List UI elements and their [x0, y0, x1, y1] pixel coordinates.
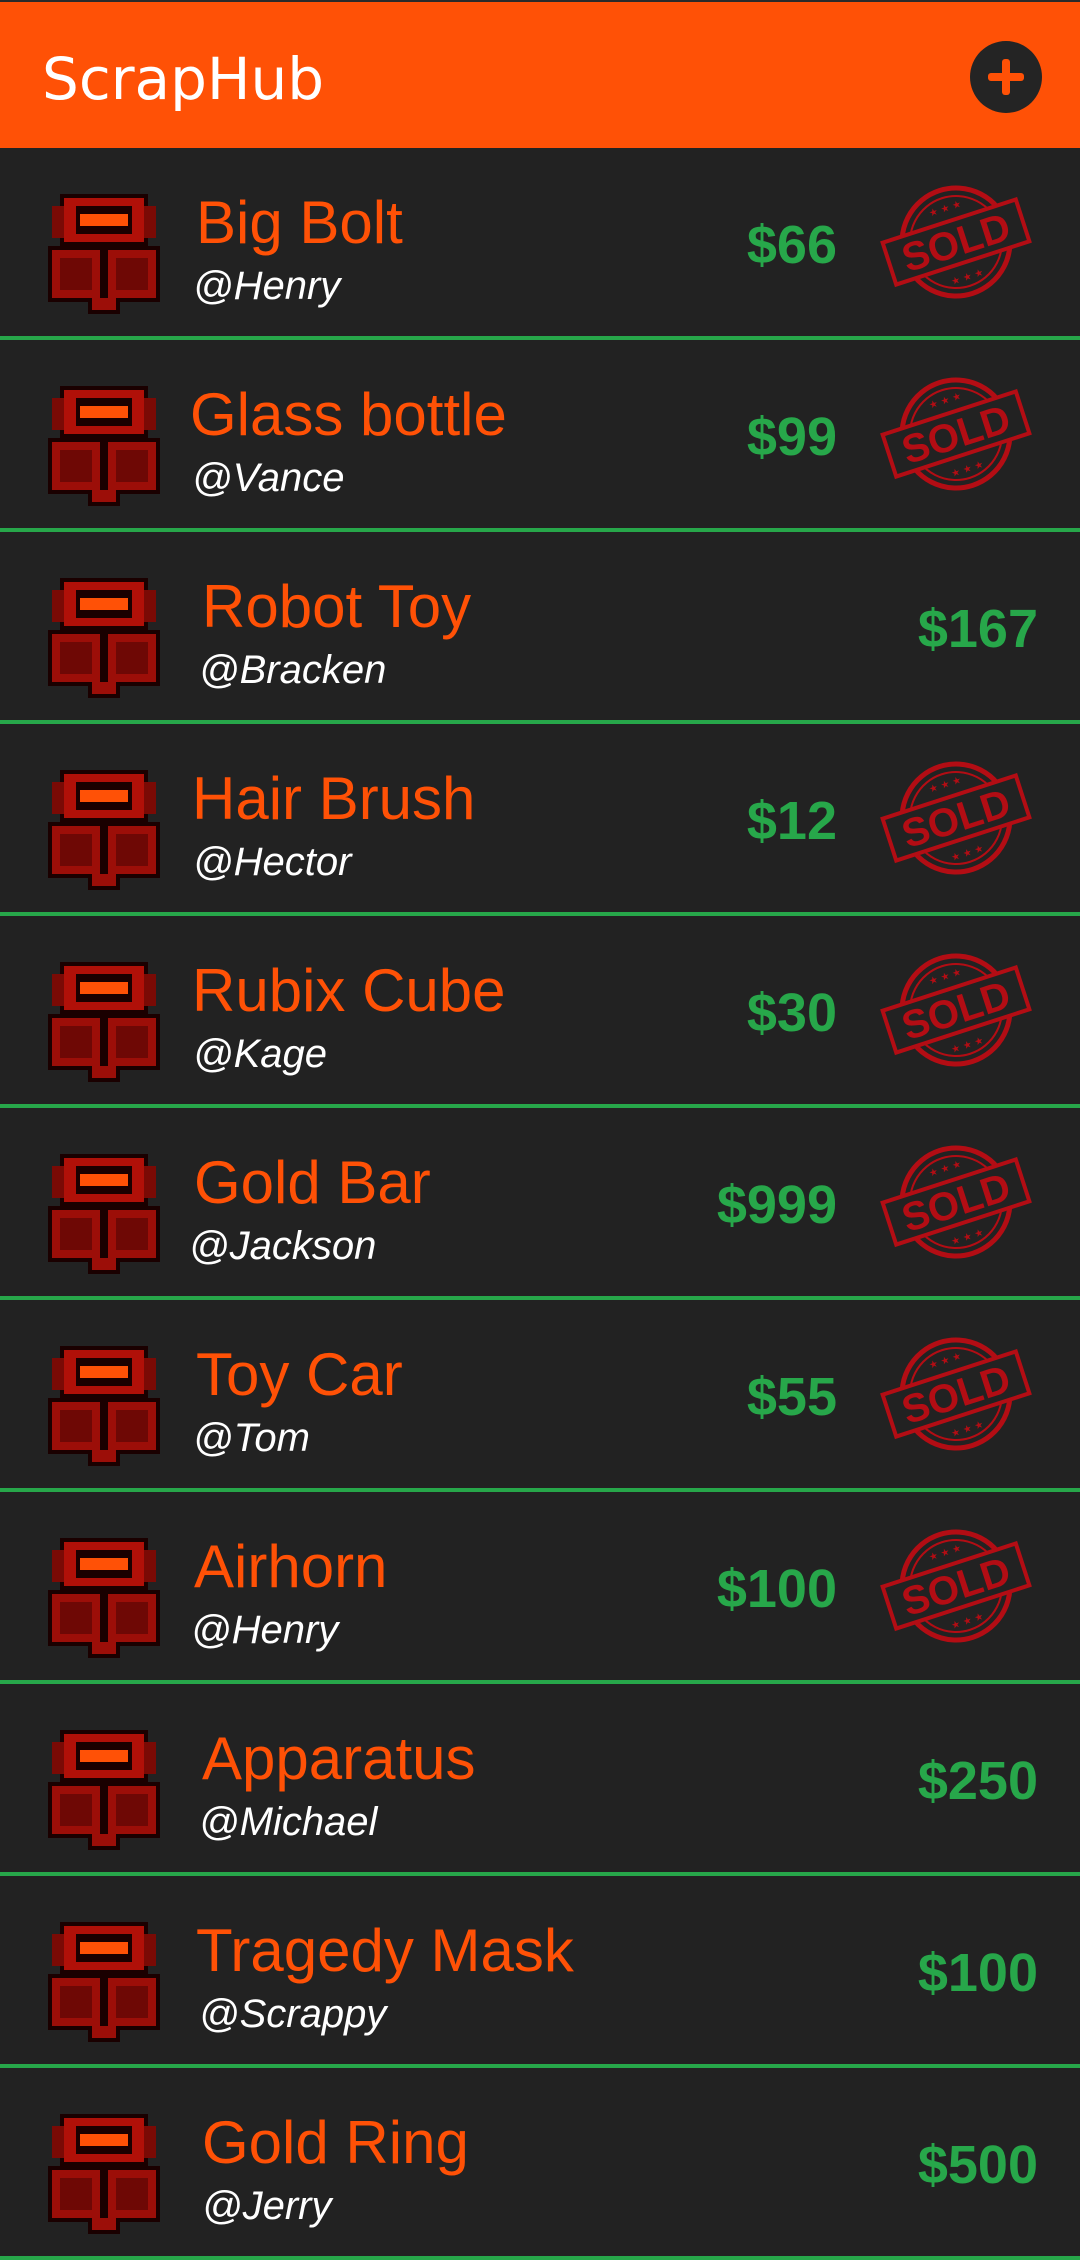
sold-label: SOLD: [897, 1165, 1016, 1241]
robot-avatar-icon: [40, 574, 168, 702]
listing-row[interactable]: Rubix Cube @Kage $30 SOLD ★ ★ ★ ★ ★ ★: [0, 916, 1080, 1108]
listing-list[interactable]: Big Bolt @Henry $66 SOLD ★ ★ ★ ★ ★ ★ Glass…: [0, 148, 1080, 2260]
seller-username: @Henry: [191, 1608, 339, 1652]
listing-title: Gold Bar: [194, 1149, 431, 1216]
listing-row[interactable]: Toy Car @Tom $55 SOLD ★ ★ ★ ★ ★ ★: [0, 1300, 1080, 1492]
sold-stamp-icon: SOLD ★ ★ ★ ★ ★ ★: [876, 178, 1036, 306]
listing-price: $66: [746, 215, 837, 275]
svg-text:★ ★ ★: ★ ★ ★: [950, 1035, 985, 1056]
listing-price: $250: [917, 1751, 1038, 1811]
svg-text:★ ★ ★: ★ ★ ★: [950, 267, 985, 288]
listing-price: $167: [917, 599, 1038, 659]
listing-price: $99: [746, 407, 837, 467]
listing-title: Airhorn: [194, 1533, 388, 1600]
app-title: ScrapHub: [42, 45, 325, 113]
sold-stamp-icon: SOLD ★ ★ ★ ★ ★ ★: [876, 1330, 1036, 1458]
svg-text:★ ★ ★: ★ ★ ★: [950, 1419, 985, 1440]
seller-username: @Jerry: [202, 2184, 332, 2228]
seller-username: @Scrappy: [199, 1992, 387, 2036]
listing-title: Tragedy Mask: [196, 1917, 574, 1984]
seller-username: @Vance: [192, 456, 345, 500]
listing-price: $30: [746, 983, 837, 1043]
listing-title: Rubix Cube: [192, 957, 506, 1024]
listing-row[interactable]: Tragedy Mask @Scrappy $100: [0, 1876, 1080, 2068]
seller-username: @Bracken: [199, 648, 387, 692]
robot-avatar-icon: [40, 958, 168, 1086]
svg-text:★ ★ ★: ★ ★ ★: [950, 1227, 985, 1248]
seller-username: @Hector: [193, 840, 352, 884]
sold-label: SOLD: [897, 1357, 1016, 1433]
add-listing-button[interactable]: [970, 41, 1042, 113]
listing-title: Gold Ring: [202, 2109, 469, 2176]
listing-row[interactable]: Robot Toy @Bracken $167: [0, 532, 1080, 724]
listing-row[interactable]: Apparatus @Michael $250: [0, 1684, 1080, 1876]
listing-row[interactable]: Gold Bar @Jackson $999 SOLD ★ ★ ★ ★ ★ ★: [0, 1108, 1080, 1300]
seller-username: @Jackson: [189, 1224, 377, 1268]
listing-row[interactable]: Big Bolt @Henry $66 SOLD ★ ★ ★ ★ ★ ★: [0, 148, 1080, 340]
sold-label: SOLD: [897, 781, 1016, 857]
robot-avatar-icon: [40, 1342, 168, 1470]
listing-row[interactable]: Airhorn @Henry $100 SOLD ★ ★ ★ ★ ★ ★: [0, 1492, 1080, 1684]
listing-price: $55: [746, 1367, 837, 1427]
listing-title: Glass bottle: [190, 381, 507, 448]
listing-price: $12: [746, 791, 837, 851]
listing-title: Hair Brush: [192, 765, 476, 832]
listing-row[interactable]: Glass bottle @Vance $99 SOLD ★ ★ ★ ★ ★ ★: [0, 340, 1080, 532]
svg-text:★ ★ ★: ★ ★ ★: [950, 843, 985, 864]
robot-avatar-icon: [40, 1918, 168, 2046]
robot-avatar-icon: [40, 1534, 168, 1662]
sold-label: SOLD: [897, 397, 1016, 473]
listing-title: Robot Toy: [202, 573, 472, 640]
listing-price: $500: [917, 2135, 1038, 2195]
sold-stamp-icon: SOLD ★ ★ ★ ★ ★ ★: [876, 370, 1036, 498]
robot-avatar-icon: [40, 1726, 168, 1854]
robot-avatar-icon: [40, 190, 168, 318]
sold-label: SOLD: [897, 205, 1016, 281]
listing-price: $999: [716, 1175, 837, 1235]
robot-avatar-icon: [40, 382, 168, 510]
listing-row[interactable]: Hair Brush @Hector $12 SOLD ★ ★ ★ ★ ★ ★: [0, 724, 1080, 916]
sold-label: SOLD: [897, 973, 1016, 1049]
seller-username: @Kage: [193, 1032, 328, 1076]
listing-price: $100: [716, 1559, 837, 1619]
seller-username: @Henry: [193, 264, 341, 308]
listing-row[interactable]: Gold Ring @Jerry $500: [0, 2068, 1080, 2260]
robot-avatar-icon: [40, 1150, 168, 1278]
seller-username: @Tom: [193, 1416, 310, 1460]
sold-label: SOLD: [897, 1549, 1016, 1625]
listing-price: $100: [917, 1943, 1038, 2003]
sold-stamp-icon: SOLD ★ ★ ★ ★ ★ ★: [876, 754, 1036, 882]
robot-avatar-icon: [40, 2110, 168, 2238]
sold-stamp-icon: SOLD ★ ★ ★ ★ ★ ★: [876, 946, 1036, 1074]
seller-username: @Michael: [199, 1800, 378, 1844]
listing-title: Apparatus: [202, 1725, 476, 1792]
robot-avatar-icon: [40, 766, 168, 894]
listing-title: Toy Car: [196, 1341, 403, 1408]
sold-stamp-icon: SOLD ★ ★ ★ ★ ★ ★: [876, 1522, 1036, 1650]
listing-title: Big Bolt: [196, 189, 403, 256]
svg-text:★ ★ ★: ★ ★ ★: [950, 459, 985, 480]
app-bar: ScrapHub: [0, 0, 1080, 148]
sold-stamp-icon: SOLD ★ ★ ★ ★ ★ ★: [876, 1138, 1036, 1266]
svg-text:★ ★ ★: ★ ★ ★: [950, 1611, 985, 1632]
